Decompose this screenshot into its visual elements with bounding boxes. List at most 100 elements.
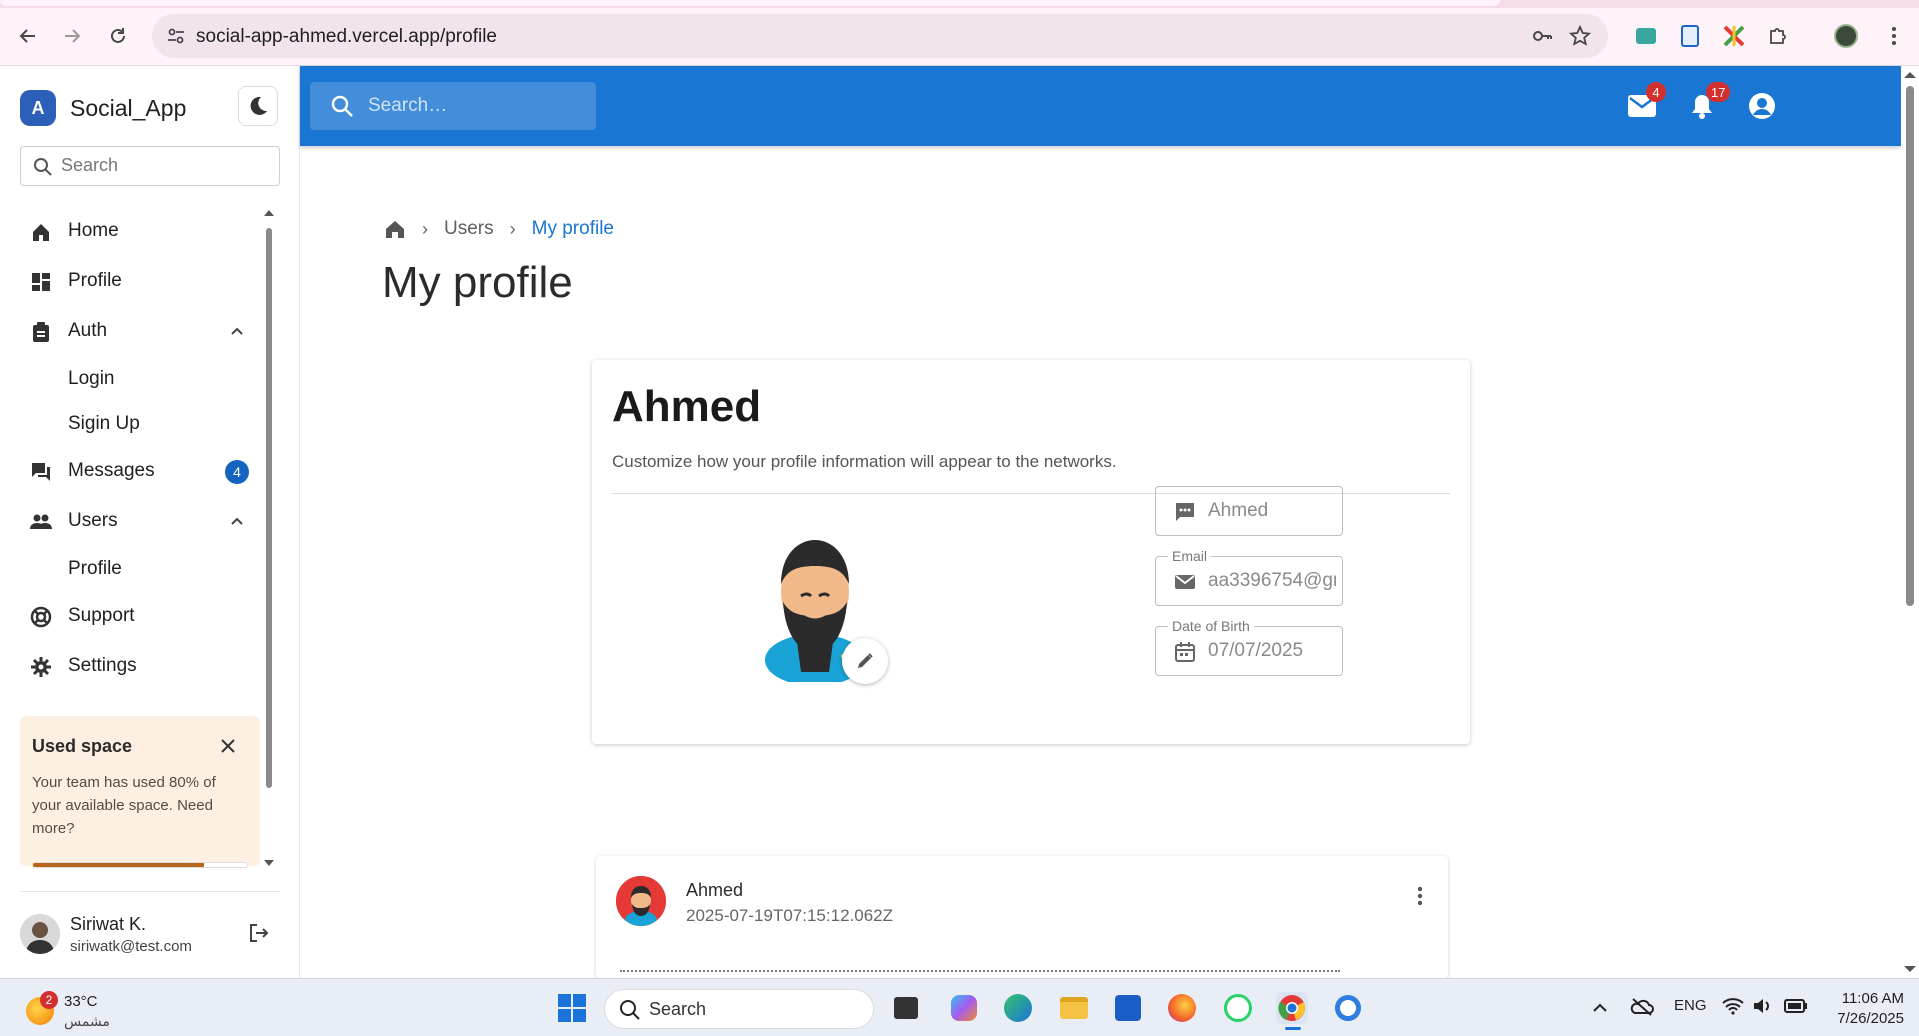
notifications-button[interactable]: 17: [1686, 82, 1731, 122]
taskbar-firefox-icon[interactable]: [1166, 992, 1198, 1024]
taskbar: 2 33°C مشمس ENG 11:06 AM 7/26/2025: [0, 978, 1919, 1036]
dob-field[interactable]: Date of Birth: [1155, 618, 1343, 676]
forward-button[interactable]: [56, 20, 88, 52]
taskbar-edge-icon[interactable]: [1002, 992, 1034, 1024]
sidebar-divider: [20, 891, 280, 892]
more-vertical-icon[interactable]: [1408, 884, 1432, 908]
site-settings-icon[interactable]: [166, 26, 186, 46]
home-icon[interactable]: [384, 219, 406, 239]
taskbar-store-icon[interactable]: [1112, 992, 1144, 1024]
weather-badge: 2: [40, 991, 58, 1009]
address-bar[interactable]: social-app-ahmed.vercel.app/profile: [152, 14, 1608, 58]
bookmark-star-icon[interactable]: [1568, 24, 1592, 48]
scroll-up-arrow-icon[interactable]: [1904, 70, 1916, 80]
extension-teal-icon[interactable]: [1632, 22, 1660, 50]
header-search-input[interactable]: [368, 95, 578, 117]
scroll-up-arrow-icon[interactable]: [264, 208, 274, 218]
battery-icon[interactable]: [1784, 999, 1808, 1013]
brand[interactable]: A Social_App: [20, 90, 186, 126]
key-icon[interactable]: [1530, 24, 1554, 48]
header-search[interactable]: [310, 82, 596, 130]
mail-badge: 4: [1646, 82, 1666, 102]
sidebar-item-support[interactable]: Support: [0, 591, 262, 641]
mail-icon: [1175, 575, 1195, 589]
browser-chrome: social-app-ahmed.vercel.app/profile: [0, 0, 1919, 66]
show-hidden-icons-chevron-icon[interactable]: [1592, 1001, 1608, 1013]
email-field[interactable]: Email: [1155, 548, 1343, 606]
avatar[interactable]: [20, 914, 60, 954]
logout-icon[interactable]: [248, 922, 270, 944]
scroll-down-arrow-icon[interactable]: [264, 858, 274, 868]
profile-avatar-icon[interactable]: [1832, 22, 1860, 50]
taskbar-search-input[interactable]: [649, 999, 849, 1020]
dashboard-icon: [32, 273, 50, 291]
taskbar-copilot-icon[interactable]: [948, 992, 980, 1024]
dob-label: Date of Birth: [1168, 618, 1254, 634]
name-input[interactable]: [1208, 500, 1336, 522]
user-panel: Siriwat K. siriwatk@test.com: [20, 912, 282, 958]
extensions-puzzle-icon[interactable]: [1764, 22, 1792, 50]
language-indicator[interactable]: ENG: [1674, 997, 1707, 1014]
theme-toggle-button[interactable]: [238, 86, 278, 126]
account-circle-icon: [1749, 93, 1775, 119]
sidebar: A Social_App Home Profile Auth Login Sig…: [0, 66, 300, 978]
reload-button[interactable]: [102, 20, 134, 52]
breadcrumb-users[interactable]: Users: [444, 218, 494, 240]
sidebar-item-signup[interactable]: Sigin Up: [0, 401, 262, 446]
chevron-up-icon[interactable]: [228, 322, 246, 340]
user-name: Siriwat K.: [70, 914, 147, 934]
clock[interactable]: 11:06 AM 7/26/2025: [1828, 989, 1904, 1029]
taskbar-app-blue-icon[interactable]: [1332, 992, 1364, 1024]
page-scroll-thumb[interactable]: [1906, 86, 1914, 606]
extension-translate-icon[interactable]: [1676, 22, 1704, 50]
sidebar-search[interactable]: [20, 146, 280, 186]
chevron-up-icon[interactable]: [228, 512, 246, 530]
taskbar-search[interactable]: [604, 989, 874, 1029]
wifi-icon[interactable]: [1722, 997, 1744, 1015]
sidebar-item-profile[interactable]: Profile: [0, 256, 262, 306]
post-date: 2025-07-19T07:15:12.062Z: [686, 906, 893, 925]
support-icon: [30, 606, 52, 628]
dob-input[interactable]: [1208, 640, 1336, 662]
extension-colorful-icon[interactable]: [1720, 22, 1748, 50]
taskbar-file-explorer-icon[interactable]: [1058, 992, 1090, 1024]
email-input[interactable]: [1208, 570, 1336, 592]
back-button[interactable]: [12, 20, 44, 52]
browser-menu-icon[interactable]: [1880, 22, 1908, 50]
sidebar-item-users-profile[interactable]: Profile: [0, 546, 262, 591]
sidebar-scroll-thumb[interactable]: [266, 228, 272, 788]
active-tab[interactable]: [0, 0, 1500, 6]
sidebar-item-messages[interactable]: Messages 4: [0, 446, 262, 496]
profile-description: Customize how your profile information w…: [612, 452, 1117, 471]
post-author: Ahmed: [686, 880, 744, 900]
sidebar-item-label: Sigin Up: [68, 412, 140, 434]
sidebar-item-label: Settings: [68, 655, 137, 676]
scroll-down-arrow-icon[interactable]: [1904, 964, 1916, 974]
close-icon[interactable]: [218, 736, 238, 756]
sidebar-scrollbar[interactable]: [264, 208, 274, 868]
sidebar-search-input[interactable]: [61, 155, 261, 176]
sidebar-item-auth[interactable]: Auth: [0, 306, 262, 356]
mail-button[interactable]: 4: [1626, 82, 1666, 122]
weather-widget[interactable]: 2 33°C مشمس: [26, 989, 166, 1029]
sidebar-item-users[interactable]: Users: [0, 496, 262, 546]
name-field[interactable]: [1155, 486, 1343, 536]
account-button[interactable]: [1746, 90, 1778, 122]
url-text[interactable]: social-app-ahmed.vercel.app/profile: [196, 26, 497, 48]
volume-icon[interactable]: [1752, 997, 1772, 1015]
taskbar-whatsapp-icon[interactable]: [1222, 992, 1254, 1024]
notifications-badge: 17: [1706, 82, 1731, 102]
sidebar-item-login[interactable]: Login: [0, 356, 262, 401]
page-scrollbar[interactable]: [1901, 66, 1919, 978]
clock-time: 11:06 AM: [1841, 990, 1904, 1007]
sidebar-item-settings[interactable]: Settings: [0, 641, 262, 691]
edit-avatar-button[interactable]: [842, 638, 888, 684]
sidebar-item-home[interactable]: Home: [0, 206, 262, 256]
home-icon: [33, 224, 49, 241]
post-author-avatar[interactable]: [616, 876, 666, 926]
taskbar-task-view-icon[interactable]: [890, 992, 922, 1024]
onedrive-off-icon[interactable]: [1630, 997, 1654, 1017]
start-button[interactable]: [556, 992, 588, 1024]
sidebar-item-label: Messages: [68, 460, 155, 481]
taskbar-chrome-icon[interactable]: [1276, 992, 1308, 1030]
